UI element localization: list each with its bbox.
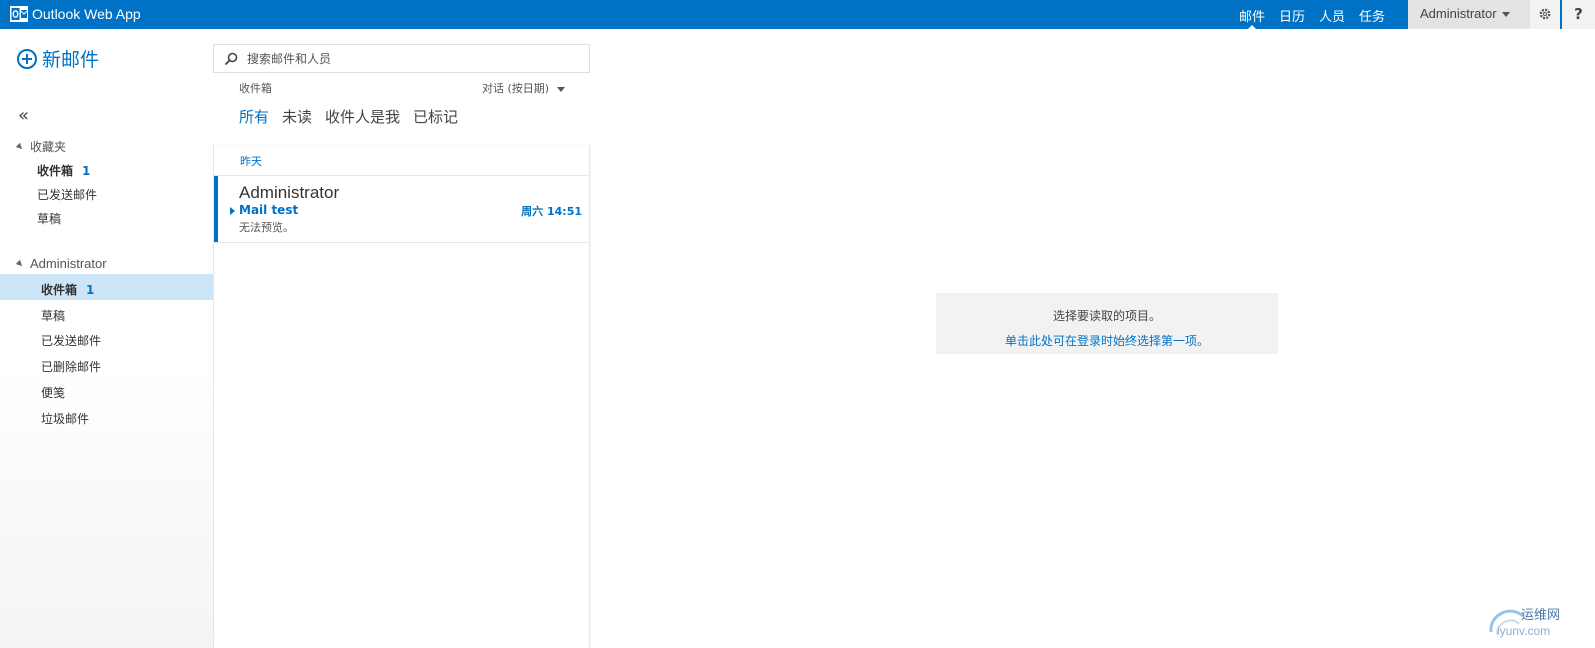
favorites-title: 收藏夹 [30,140,67,154]
app-title: Outlook Web App [32,6,141,22]
date-group-label: 昨天 [240,155,262,168]
gear-icon [1539,8,1551,20]
site-watermark: 运维网 iyunv.com [1487,602,1592,644]
filter-all[interactable]: 所有 [239,106,269,127]
folder-notes[interactable]: 便笺 [41,384,65,401]
reading-pane: 选择要读取的项目。 单击此处可在登录时始终选择第一项。 [591,29,1595,648]
plus-circle-icon [17,48,37,69]
message-subject: Mail test [239,203,299,217]
unread-count: 1 [86,283,95,297]
unread-count: 1 [82,164,91,178]
folder-label: 已发送邮件 [37,188,98,202]
message-list: 昨天 Administrator Mail test 周六 14:51 无法预览… [213,145,590,648]
nav-mail[interactable]: 邮件 [1232,0,1272,29]
help-button[interactable]: ? [1562,0,1595,29]
folder-label: 垃圾邮件 [41,412,90,426]
folder-label: 已发送邮件 [41,334,102,348]
search-icon [224,52,238,65]
empty-reading-text: 选择要读取的项目。 [1052,309,1161,323]
collapse-pane-button[interactable]: « [18,105,29,126]
user-menu[interactable]: Administrator [1408,0,1530,29]
account-title: Administrator [30,256,107,271]
double-chevron-left-icon: « [18,105,30,126]
outlook-logo-icon [10,6,28,22]
new-mail-label: 新邮件 [42,49,100,71]
favorite-inbox[interactable]: 收件箱 1 [37,162,90,179]
favorite-drafts[interactable]: 草稿 [37,210,61,227]
folder-junk[interactable]: 垃圾邮件 [41,410,89,427]
filter-unread[interactable]: 未读 [282,106,312,127]
filter-flagged[interactable]: 已标记 [413,106,458,127]
new-mail-button[interactable]: 新邮件 [17,45,99,72]
message-sender: Administrator [239,183,340,202]
watermark-title: 运维网 [1521,608,1561,623]
favorites-header[interactable]: 收藏夹 [15,138,67,155]
filter-bar: 所有 未读 收件人是我 已标记 [239,106,471,127]
expand-triangle-icon [15,259,25,268]
folder-inbox[interactable]: 收件箱 1 [41,281,94,298]
folder-label: 便笺 [41,386,66,400]
folder-label: 收件箱 [41,283,78,297]
nav-tasks[interactable]: 任务 [1352,0,1392,29]
folder-label: 收件箱 [37,164,74,178]
chevron-down-icon [557,86,566,92]
nav-people[interactable]: 人员 [1312,0,1352,29]
folder-sent[interactable]: 已发送邮件 [41,332,101,349]
folder-deleted[interactable]: 已删除邮件 [41,358,101,375]
message-preview: 无法预览。 [239,221,294,234]
folder-drafts[interactable]: 草稿 [41,307,65,324]
folder-label: 草稿 [37,212,62,226]
expand-triangle-icon [15,142,25,151]
folder-label: 已删除邮件 [41,360,102,374]
nav-calendar[interactable]: 日历 [1272,0,1312,29]
search-input[interactable]: 搜索邮件和人员 [213,44,590,73]
settings-button[interactable] [1530,0,1560,29]
expand-arrow-icon[interactable] [230,207,235,215]
favorite-sent[interactable]: 已发送邮件 [37,186,97,203]
message-time: 周六 14:51 [521,205,582,218]
sort-dropdown[interactable]: 对话 (按日期) [482,80,566,96]
folder-pane: 新邮件 « 收藏夹 收件箱 1 已发送邮件 草稿 Administrator 收件… [0,29,213,648]
app-logo[interactable]: Outlook Web App [10,5,141,23]
select-first-item-link[interactable]: 单击此处可在登录时始终选择第一项。 [936,332,1278,349]
selected-folder-highlight [0,274,213,300]
selection-bar [214,176,218,242]
message-item[interactable]: Administrator Mail test 周六 14:51 无法预览。 [214,176,589,243]
folder-label: 草稿 [41,309,66,323]
account-header[interactable]: Administrator [15,256,107,271]
empty-reading-message: 选择要读取的项目。 单击此处可在登录时始终选择第一项。 [936,293,1278,354]
folder-title: 收件箱 [239,82,272,95]
user-name: Administrator [1420,6,1497,21]
chevron-down-icon [1501,12,1510,18]
help-icon: ? [1574,5,1583,23]
top-nav: 邮件 日历 人员 任务 [1232,0,1392,29]
filter-to-me[interactable]: 收件人是我 [325,106,400,127]
watermark-domain: iyunv.com [1497,624,1551,638]
search-placeholder: 搜索邮件和人员 [247,52,332,66]
sort-label: 对话 (按日期) [482,82,550,95]
top-bar: Outlook Web App 邮件 日历 人员 任务 Administrato… [0,0,1595,29]
